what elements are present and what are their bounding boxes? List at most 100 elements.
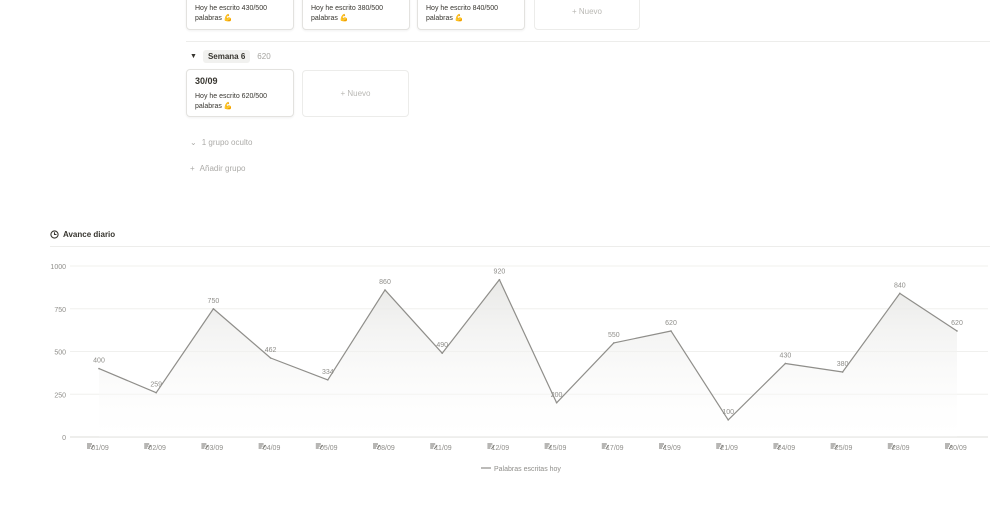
- data-label: 200: [551, 392, 563, 399]
- x-tick: 04/09: [258, 443, 281, 452]
- series-line-segment: [498, 279, 558, 404]
- caret-down-icon[interactable]: ▼: [190, 53, 197, 60]
- page-edit-icon: [87, 443, 95, 450]
- new-card-button[interactable]: + Nuevo: [302, 70, 409, 117]
- data-point: [670, 330, 672, 332]
- x-tick-label: 28/09: [892, 445, 910, 452]
- series-line-segment: [155, 308, 214, 394]
- x-tick-label: 24/09: [778, 445, 796, 452]
- y-tick-label: 0: [62, 435, 66, 442]
- series-line-segment: [613, 330, 672, 344]
- board-card[interactable]: 30/09 Hoy he escrito 620/500 palabras 💪: [186, 69, 294, 117]
- data-label: 620: [951, 320, 963, 327]
- x-tick: 21/09: [716, 443, 738, 452]
- series-line-segment: [384, 289, 443, 354]
- page-edit-icon: [144, 443, 152, 450]
- data-point: [327, 379, 329, 381]
- x-tick: 19/09: [659, 443, 681, 452]
- data-label: 100: [722, 409, 734, 416]
- data-label: 840: [894, 282, 906, 289]
- board-card[interactable]: Hoy he escrito 840/500 palabras 💪: [417, 0, 525, 30]
- x-tick: 05/09: [315, 443, 338, 452]
- data-label: 750: [208, 298, 220, 305]
- card-text: Hoy he escrito 430/500 palabras 💪: [195, 5, 267, 22]
- data-point: [98, 367, 100, 370]
- x-tick: 24/09: [773, 443, 796, 452]
- data-label: 550: [608, 332, 620, 339]
- chart-clock-icon: [50, 230, 59, 239]
- x-tick: 30/09: [945, 443, 967, 452]
- page-edit-icon: [887, 443, 896, 450]
- x-tick-label: 30/09: [949, 445, 967, 452]
- x-tick: 12/09: [487, 443, 510, 452]
- data-point: [841, 371, 844, 373]
- data-label: 259: [150, 382, 162, 389]
- x-tick: 08/09: [373, 443, 395, 452]
- data-point: [956, 330, 958, 332]
- series-line-segment: [670, 330, 729, 421]
- x-tick-label: 04/09: [263, 445, 281, 452]
- series-line-segment: [842, 293, 901, 373]
- page-edit-icon: [659, 443, 667, 450]
- new-card-button[interactable]: + Nuevo: [534, 0, 640, 30]
- x-tick-label: 01/09: [91, 445, 109, 452]
- x-tick-label: 02/09: [148, 445, 166, 452]
- add-group-button[interactable]: + Añadir grupo: [190, 164, 245, 173]
- page-edit-icon: [315, 443, 324, 450]
- chart-divider: [50, 246, 990, 247]
- x-tick: 02/09: [144, 443, 166, 452]
- group-count: 620: [257, 52, 271, 61]
- data-label: 920: [494, 269, 506, 276]
- legend-label: Palabras escritas hoy: [494, 466, 561, 473]
- x-tick-label: 21/09: [720, 445, 738, 452]
- x-tick: 11/09: [430, 443, 452, 452]
- card-title: 30/09: [195, 76, 218, 86]
- data-label: 400: [93, 358, 105, 365]
- data-point: [727, 419, 729, 421]
- data-point: [498, 278, 501, 281]
- y-tick-label: 250: [54, 392, 66, 399]
- card-text: Hoy he escrito 620/500 palabras 💪: [195, 93, 267, 110]
- series-line-segment: [899, 292, 958, 332]
- x-tick: 01/09: [87, 443, 109, 452]
- x-tick-label: 15/09: [549, 445, 567, 452]
- x-tick: 15/09: [544, 443, 567, 452]
- data-label: 334: [322, 369, 334, 376]
- card-text: Hoy he escrito 380/500 palabras 💪: [311, 5, 383, 22]
- data-label: 860: [379, 279, 391, 286]
- x-tick-label: 03/09: [206, 445, 224, 452]
- chart-view-title-text: Avance diario: [63, 230, 116, 239]
- board-card[interactable]: Hoy he escrito 430/500 palabras 💪: [186, 0, 294, 30]
- data-label: 462: [265, 347, 277, 354]
- page-edit-icon: [258, 443, 266, 450]
- page-edit-icon: [373, 443, 381, 450]
- data-label: 620: [665, 320, 677, 327]
- page-edit-icon: [487, 443, 495, 450]
- page-edit-icon: [945, 443, 953, 450]
- x-tick-label: 19/09: [663, 445, 681, 452]
- chart-view-title[interactable]: Avance diario: [50, 230, 115, 239]
- y-tick-label: 750: [54, 307, 66, 314]
- data-point: [212, 307, 215, 310]
- data-label: 490: [436, 342, 448, 349]
- group-name: Semana 6: [202, 50, 251, 63]
- x-tick: 17/09: [601, 443, 624, 452]
- series-line-segment: [270, 357, 329, 381]
- group-header[interactable]: ▼ Semana 6 620: [190, 50, 271, 63]
- card-text: Hoy he escrito 840/500 palabras 💪: [426, 5, 498, 22]
- x-tick-label: 11/09: [435, 445, 452, 452]
- series-line-segment: [556, 342, 615, 404]
- data-point: [441, 352, 444, 355]
- plus-icon: +: [190, 164, 195, 173]
- data-point: [384, 289, 386, 291]
- group-divider: [186, 41, 990, 42]
- data-point: [269, 357, 272, 359]
- series-line-segment: [727, 363, 786, 421]
- x-tick-label: 12/09: [492, 445, 510, 452]
- data-point: [555, 402, 558, 404]
- board-card[interactable]: Hoy he escrito 380/500 palabras 💪: [302, 0, 410, 30]
- hidden-groups-toggle[interactable]: ⌄ 1 grupo oculto: [190, 138, 252, 147]
- data-point: [613, 342, 615, 344]
- data-point: [899, 292, 901, 295]
- x-tick-label: 08/09: [377, 445, 395, 452]
